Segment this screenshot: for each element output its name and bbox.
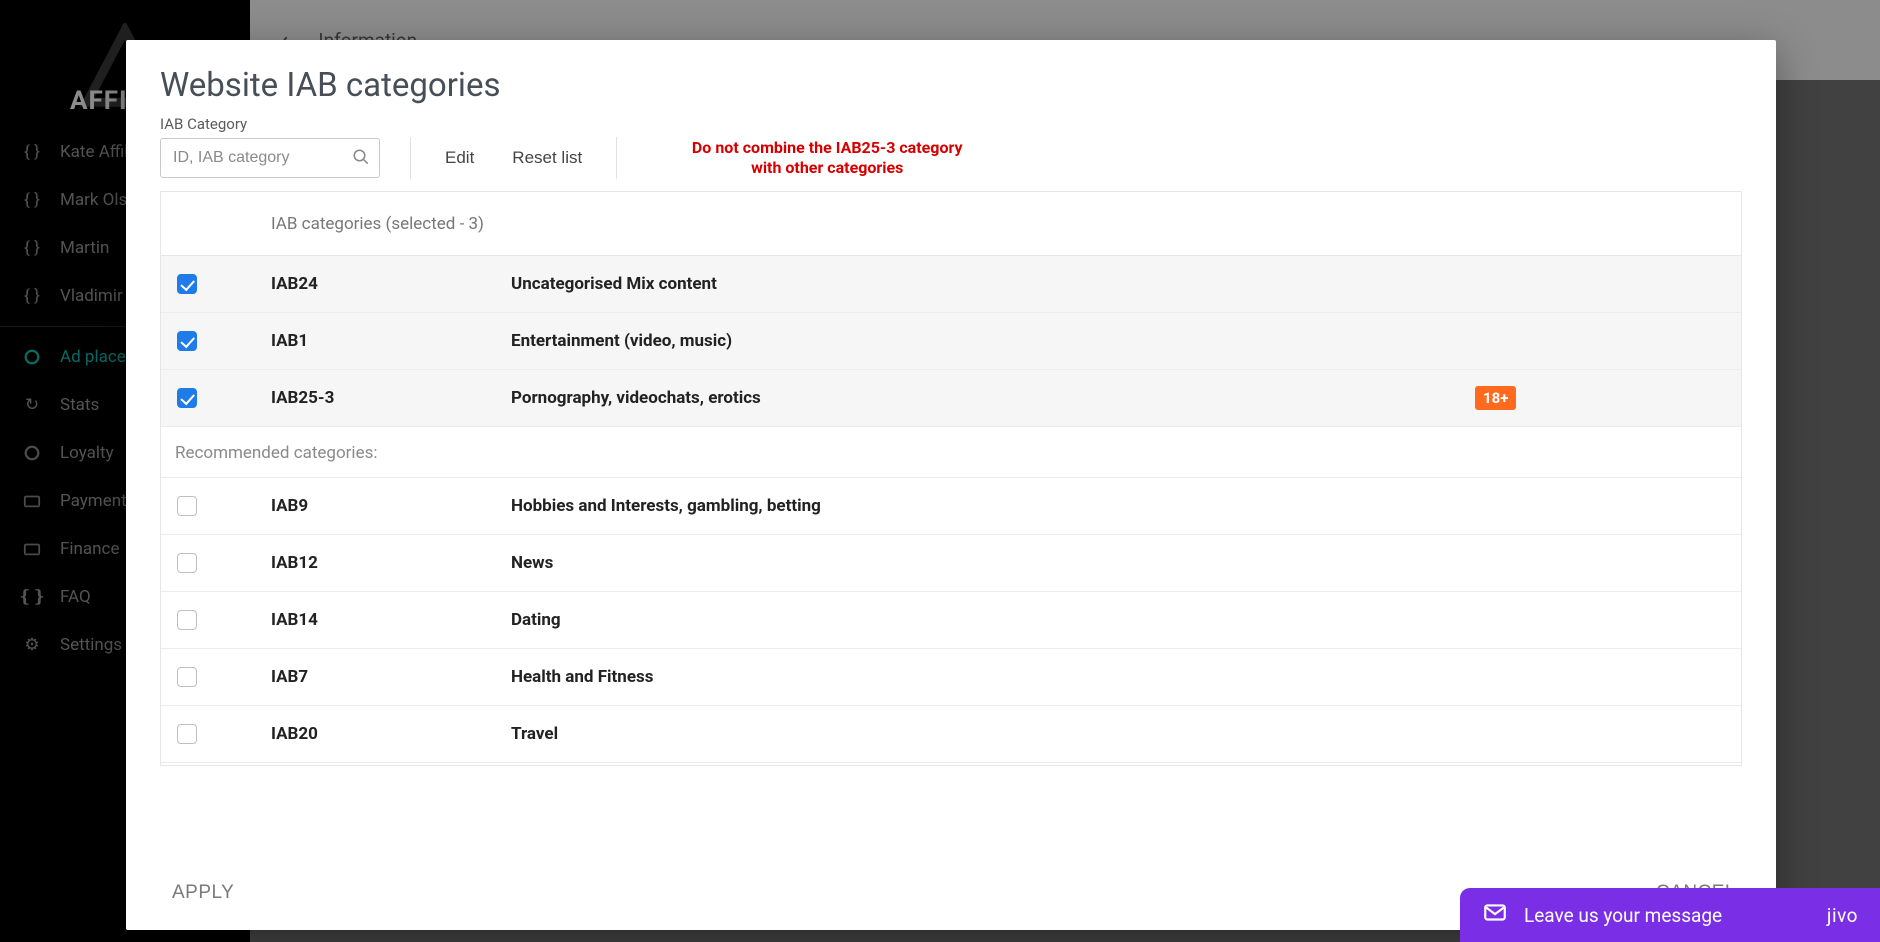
divider [410,137,411,179]
category-desc: Uncategorised Mix content [511,274,1475,294]
recommended-section-label: Recommended categories: [161,427,1741,478]
checkbox[interactable] [177,724,197,744]
iab-category-label: IAB Category [160,115,1742,133]
table-row[interactable]: IAB12 News [161,535,1741,592]
table-row[interactable]: IAB20 Travel [161,706,1741,763]
table-row[interactable]: IAB7 Health and Fitness [161,649,1741,706]
checkbox[interactable] [177,388,197,408]
category-desc: Entertainment (video, music) [511,331,1475,351]
table-row[interactable] [161,763,1741,766]
chat-cta-text: Leave us your message [1524,904,1722,927]
table-row[interactable]: IAB14 Dating [161,592,1741,649]
table-header: IAB categories (selected - 3) [161,192,1741,256]
checkbox[interactable] [177,610,197,630]
table-row[interactable]: IAB1 Entertainment (video, music) [161,313,1741,370]
category-desc: News [511,553,1475,573]
iab-search-input[interactable] [160,138,380,178]
category-code: IAB14 [271,610,511,630]
checkbox[interactable] [177,274,197,294]
modal-toolbar: Edit Reset list Do not combine the IAB25… [160,137,1742,179]
warning-text: Do not combine the IAB25-3 category with… [677,138,977,178]
category-desc: Health and Fitness [511,667,1475,687]
iab-categories-modal: Website IAB categories IAB Category Edit… [126,40,1776,930]
table-row[interactable]: IAB25-3 Pornography, videochats, erotics… [161,370,1741,427]
category-desc: Hobbies and Interests, gambling, betting [511,496,1475,516]
category-desc: Travel [511,724,1475,744]
apply-button[interactable]: APPLY [172,882,234,904]
category-code: IAB7 [271,667,511,687]
category-code: IAB25-3 [271,388,511,408]
table-header-label: IAB categories (selected - 3) [271,214,1475,234]
category-desc: Pornography, videochats, erotics [511,388,1475,408]
category-code: IAB20 [271,724,511,744]
category-code: IAB24 [271,274,511,294]
modal-title: Website IAB categories [160,66,1742,105]
checkbox[interactable] [177,667,197,687]
checkbox[interactable] [177,496,197,516]
checkbox[interactable] [177,553,197,573]
checkbox[interactable] [177,331,197,351]
category-code: IAB1 [271,331,511,351]
category-code: IAB9 [271,496,511,516]
category-desc: Dating [511,610,1475,630]
categories-table[interactable]: IAB categories (selected - 3) IAB24 Unca… [160,191,1742,766]
edit-button[interactable]: Edit [441,142,478,174]
chat-icon [1482,900,1508,931]
divider [616,137,617,179]
chat-widget[interactable]: Leave us your message jivo [1460,888,1880,942]
chat-brand-text: jivo [1827,904,1858,927]
reset-list-button[interactable]: Reset list [508,142,586,174]
category-code: IAB12 [271,553,511,573]
age-badge: 18+ [1475,386,1516,410]
table-row[interactable]: IAB9 Hobbies and Interests, gambling, be… [161,478,1741,535]
table-row[interactable]: IAB24 Uncategorised Mix content [161,256,1741,313]
